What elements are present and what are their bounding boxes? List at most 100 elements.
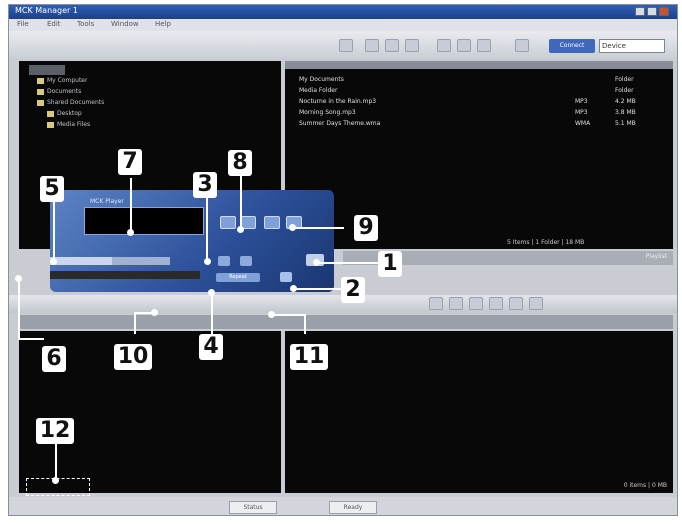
menu-bar: File Edit Tools Window Help [9, 19, 677, 31]
file-list-pane: My Documents Folder Media Folder Folder No… [285, 61, 673, 249]
device-tool-2[interactable] [449, 297, 463, 310]
repeat-button[interactable]: Repeat [216, 273, 260, 282]
device-tool-4[interactable] [489, 297, 503, 310]
volume-bar[interactable] [50, 271, 200, 279]
column-header-strip [19, 315, 673, 329]
folder-icon [37, 88, 44, 95]
folder-icon [37, 77, 44, 84]
callout-line-1 [316, 262, 380, 264]
tree-item[interactable]: Documents [37, 88, 81, 95]
folder-icon [47, 110, 54, 117]
callout-8: 8 [228, 150, 252, 176]
callout-1: 1 [378, 251, 402, 277]
status-field-right: Ready [329, 501, 377, 514]
splitter-label: Playlist [645, 253, 667, 260]
table-row[interactable]: Nocturne in the Rain.mp3 MP3 4.2 MB [285, 97, 673, 106]
callout-9: 9 [354, 215, 378, 241]
prev-button[interactable] [220, 216, 236, 229]
minimize-button[interactable] [635, 7, 645, 16]
callout-line-6b [18, 338, 44, 340]
title-bar: MCK Manager 1 [9, 5, 677, 19]
callout-line-6 [18, 278, 20, 338]
callout-5: 5 [40, 176, 64, 202]
callout-line-8 [240, 176, 242, 228]
menu-window[interactable]: Window [111, 20, 139, 28]
callout-3: 3 [193, 172, 217, 198]
device-file-pane: 0 items | 0 MB [285, 331, 673, 493]
toolbar-icon-8[interactable] [515, 39, 529, 52]
menu-tools[interactable]: Tools [77, 20, 94, 28]
toolbar: Connect Device [9, 31, 677, 61]
callout-11: 11 [290, 344, 328, 370]
callout-dot-4 [208, 289, 215, 296]
callout-dot-12 [52, 477, 59, 484]
seek-bar-fill [50, 257, 112, 265]
menu-edit[interactable]: Edit [47, 20, 61, 28]
callout-dot-1 [313, 259, 320, 266]
callout-2: 2 [341, 277, 365, 303]
callout-dot-5 [50, 258, 57, 265]
table-row[interactable]: Morning Song.mp3 MP3 3.8 MB [285, 108, 673, 117]
callout-line-12 [55, 442, 57, 480]
callout-line-10b [134, 312, 136, 334]
callout-line-11 [272, 314, 306, 316]
toolbar-icon-5[interactable] [437, 39, 451, 52]
resize-button[interactable] [280, 272, 292, 282]
callout-12: 12 [36, 418, 74, 444]
callout-dot-8 [237, 226, 244, 233]
toolbar-icon-7[interactable] [477, 39, 491, 52]
window-title: MCK Manager 1 [15, 6, 78, 15]
player-title: MCK Player [90, 198, 124, 205]
menu-file[interactable]: File [17, 20, 29, 28]
callout-4: 4 [199, 334, 223, 360]
status-bar: Status Ready [9, 497, 677, 515]
table-row[interactable]: Summer Days Theme.wma WMA 5.1 MB [285, 119, 673, 128]
callout-7: 7 [118, 149, 142, 175]
callout-dot-6 [15, 275, 22, 282]
shuffle-button[interactable] [240, 256, 252, 266]
folder-icon [47, 121, 54, 128]
close-button[interactable] [659, 7, 669, 16]
callout-line-11b [304, 314, 306, 334]
toolbar-icon-1[interactable] [339, 39, 353, 52]
device-tool-5[interactable] [509, 297, 523, 310]
player-display [84, 207, 204, 235]
toolbar-icon-2[interactable] [365, 39, 379, 52]
stop-button[interactable] [218, 256, 230, 266]
callout-dot-10 [151, 309, 158, 316]
tree-item[interactable]: Shared Documents [37, 99, 104, 106]
file-list-status: 5 Items | 1 Folder | 18 MB [507, 239, 585, 246]
device-status: 0 items | 0 MB [623, 482, 667, 489]
callout-6: 6 [42, 346, 66, 372]
maximize-button[interactable] [647, 7, 657, 16]
callout-line-2 [293, 288, 341, 290]
next-button[interactable] [264, 216, 280, 229]
callout-line-7 [130, 178, 132, 232]
file-list-header [285, 61, 673, 69]
callout-dot-11 [268, 311, 275, 318]
callout-line-9 [292, 227, 344, 229]
device-select[interactable]: Device [599, 39, 665, 53]
menu-help[interactable]: Help [155, 20, 171, 28]
mini-player: MCK Player Repeat [50, 190, 334, 292]
callout-line-5 [53, 202, 55, 260]
device-tool-1[interactable] [429, 297, 443, 310]
tree-item[interactable]: My Computer [37, 77, 87, 84]
device-tool-3[interactable] [469, 297, 483, 310]
tree-root [29, 65, 65, 75]
toolbar-icon-6[interactable] [457, 39, 471, 52]
device-tool-6[interactable] [529, 297, 543, 310]
status-field-left: Status [229, 501, 277, 514]
device-connect-button[interactable]: Connect [549, 39, 595, 53]
toolbar-icon-3[interactable] [385, 39, 399, 52]
table-row[interactable]: Media Folder Folder [285, 86, 673, 95]
folder-icon [37, 99, 44, 106]
callout-dot-7 [127, 229, 134, 236]
callout-dot-3 [204, 258, 211, 265]
tree-item[interactable]: Media Files [47, 121, 90, 128]
callout-line-3 [206, 198, 208, 262]
callout-10: 10 [114, 344, 152, 370]
tree-item[interactable]: Desktop [47, 110, 82, 117]
toolbar-icon-4[interactable] [405, 39, 419, 52]
table-row[interactable]: My Documents Folder [285, 75, 673, 84]
